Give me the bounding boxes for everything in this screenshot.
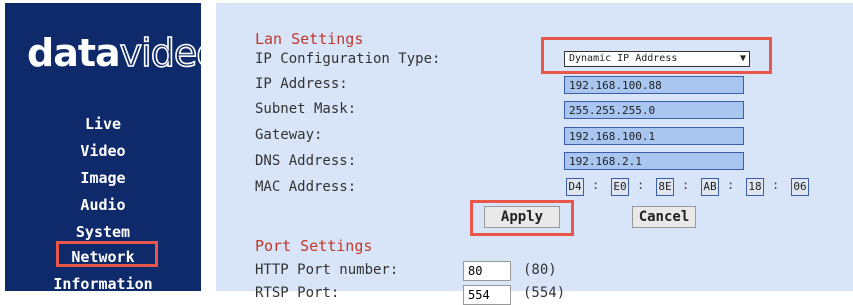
ip-config-highlight-box — [541, 37, 772, 74]
mac-octet-5[interactable]: 18 — [746, 178, 764, 196]
mac-octet-4[interactable]: AB — [701, 178, 719, 196]
rtsp-port-label: RTSP Port: — [255, 285, 340, 301]
subnet-mask-label: Subnet Mask: — [255, 101, 357, 117]
mac-separator: : — [772, 178, 780, 192]
network-highlight-box — [56, 241, 158, 267]
http-port-label: HTTP Port number: — [255, 262, 399, 278]
gateway-field[interactable]: 192.168.100.1 — [564, 127, 744, 145]
mac-address-label: MAC Address: — [255, 179, 357, 195]
mac-separator: : — [592, 178, 600, 192]
sidebar-item-system[interactable]: System — [5, 223, 201, 241]
dns-address-label: DNS Address: — [255, 153, 357, 169]
sidebar-item-video[interactable]: Video — [5, 142, 201, 160]
gateway-label: Gateway: — [255, 127, 323, 143]
mac-octet-6[interactable]: 06 — [791, 178, 809, 196]
sidebar-item-image[interactable]: Image — [5, 169, 201, 187]
logo-outline-text: video — [119, 31, 220, 75]
lan-settings-title: Lan Settings — [255, 30, 364, 48]
sidebar-item-information[interactable]: Information — [5, 275, 201, 293]
mac-octet-1[interactable]: D4 — [566, 178, 584, 196]
rtsp-port-default: (554) — [523, 285, 566, 301]
http-port-field[interactable]: 80 — [463, 261, 511, 281]
port-settings-title: Port Settings — [255, 237, 373, 255]
logo-bold-text: data — [27, 31, 121, 75]
mac-separator: : — [682, 178, 690, 192]
subnet-mask-field[interactable]: 255.255.255.0 — [564, 101, 744, 119]
sidebar-item-audio[interactable]: Audio — [5, 196, 201, 214]
ip-address-label: IP Address: — [255, 76, 348, 92]
rtsp-port-field[interactable]: 554 — [463, 285, 511, 305]
apply-highlight-box — [470, 200, 574, 236]
mac-octet-2[interactable]: E0 — [611, 178, 629, 196]
cancel-button[interactable]: Cancel — [632, 206, 696, 228]
sidebar-item-live[interactable]: Live — [5, 115, 201, 133]
ip-config-label: IP Configuration Type: — [255, 51, 441, 67]
mac-separator: : — [727, 178, 735, 192]
mac-separator: : — [637, 178, 645, 192]
http-port-default: (80) — [523, 262, 557, 278]
datavideo-logo: datavideo — [27, 31, 220, 75]
mac-octet-3[interactable]: 8E — [656, 178, 674, 196]
dns-address-field[interactable]: 192.168.2.1 — [564, 152, 744, 170]
ip-address-field[interactable]: 192.168.100.88 — [564, 76, 744, 94]
